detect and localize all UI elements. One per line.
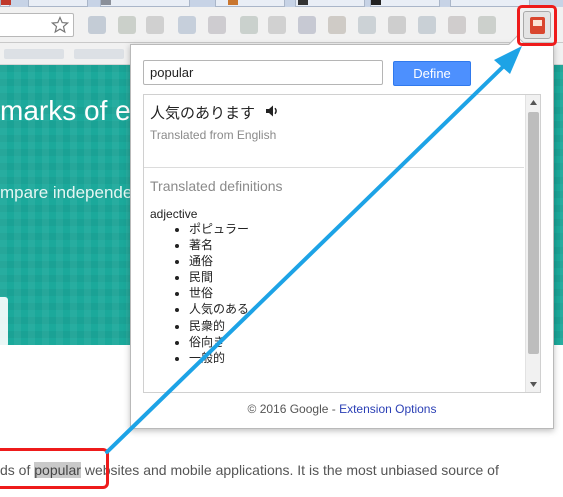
hero-cta-button[interactable] — [0, 297, 8, 345]
hero-title: marks of ev — [0, 95, 145, 126]
extension-icon[interactable] — [328, 16, 346, 34]
definition-item: 著名 — [189, 237, 249, 253]
browser-tab[interactable] — [370, 0, 440, 7]
browser-tab[interactable] — [295, 0, 365, 7]
word-input[interactable] — [143, 60, 383, 85]
definition-item: 民衆的 — [189, 318, 249, 334]
extension-icon[interactable] — [478, 16, 496, 34]
tab-strip — [0, 0, 563, 7]
definition-item: 民間 — [189, 269, 249, 285]
browser-tab[interactable] — [215, 0, 285, 7]
tab-favicon-icon — [101, 0, 111, 5]
dictionary-popup: Define 人気のあります Translated from English T… — [130, 35, 554, 429]
extension-icon[interactable] — [88, 16, 106, 34]
extension-icon[interactable] — [418, 16, 436, 34]
bookmark-item[interactable] — [4, 49, 64, 59]
part-of-speech: adjective — [150, 207, 198, 221]
browser-toolbar — [0, 7, 563, 43]
extension-icon[interactable] — [118, 16, 136, 34]
define-button[interactable]: Define — [393, 61, 471, 86]
definition-item: 世俗 — [189, 285, 249, 301]
definition-item: 通俗 — [189, 253, 249, 269]
extension-icon[interactable] — [268, 16, 286, 34]
extension-icon[interactable] — [208, 16, 226, 34]
popup-footer: © 2016 Google - Extension Options — [131, 402, 553, 416]
extension-button-annotation-box — [517, 5, 557, 46]
browser-tab[interactable] — [100, 0, 190, 7]
extension-icon[interactable] — [388, 16, 406, 34]
extension-options-link[interactable]: Extension Options — [339, 402, 436, 416]
definition-item: 人気のある — [189, 301, 249, 317]
scroll-down-arrow-icon[interactable] — [526, 377, 541, 392]
tab-favicon-icon — [371, 0, 381, 5]
selected-word-annotation-box — [0, 448, 109, 489]
bookmark-item[interactable] — [74, 49, 124, 59]
body-text-after: websites and mobile applications. It is … — [80, 462, 499, 478]
translation-text: 人気のあります — [150, 105, 256, 122]
scrollbar-thumb[interactable] — [528, 112, 539, 354]
copyright-text: © 2016 Google - — [247, 402, 340, 416]
result-scrollbar[interactable] — [525, 95, 540, 392]
translated-from-label: Translated from English — [150, 128, 277, 142]
browser-tab[interactable] — [0, 0, 11, 7]
speaker-icon[interactable] — [264, 103, 280, 119]
extension-icon[interactable] — [298, 16, 316, 34]
section-divider — [144, 167, 524, 168]
definitions-heading: Translated definitions — [150, 178, 283, 194]
definition-item: ポピュラー — [189, 221, 249, 237]
result-panel: 人気のあります Translated from English Translat… — [143, 94, 541, 393]
tab-favicon-icon — [298, 0, 308, 5]
definition-item: 俗向き — [189, 334, 249, 350]
extension-icon[interactable] — [178, 16, 196, 34]
scroll-up-arrow-icon[interactable] — [526, 95, 541, 110]
extension-icon[interactable] — [240, 16, 258, 34]
hero-subtitle: mpare independe — [0, 183, 133, 202]
star-icon[interactable] — [51, 16, 69, 34]
extension-icon[interactable] — [358, 16, 376, 34]
extension-icon[interactable] — [146, 16, 164, 34]
browser-tab[interactable] — [28, 0, 88, 7]
tab-favicon-icon — [228, 0, 238, 5]
extension-icon[interactable] — [448, 16, 466, 34]
definition-item: 一般的 — [189, 350, 249, 366]
tab-favicon-icon — [1, 0, 11, 5]
definition-list: ポピュラー 著名 通俗 民間 世俗 人気のある 民衆的 俗向き 一般的 — [189, 221, 249, 366]
